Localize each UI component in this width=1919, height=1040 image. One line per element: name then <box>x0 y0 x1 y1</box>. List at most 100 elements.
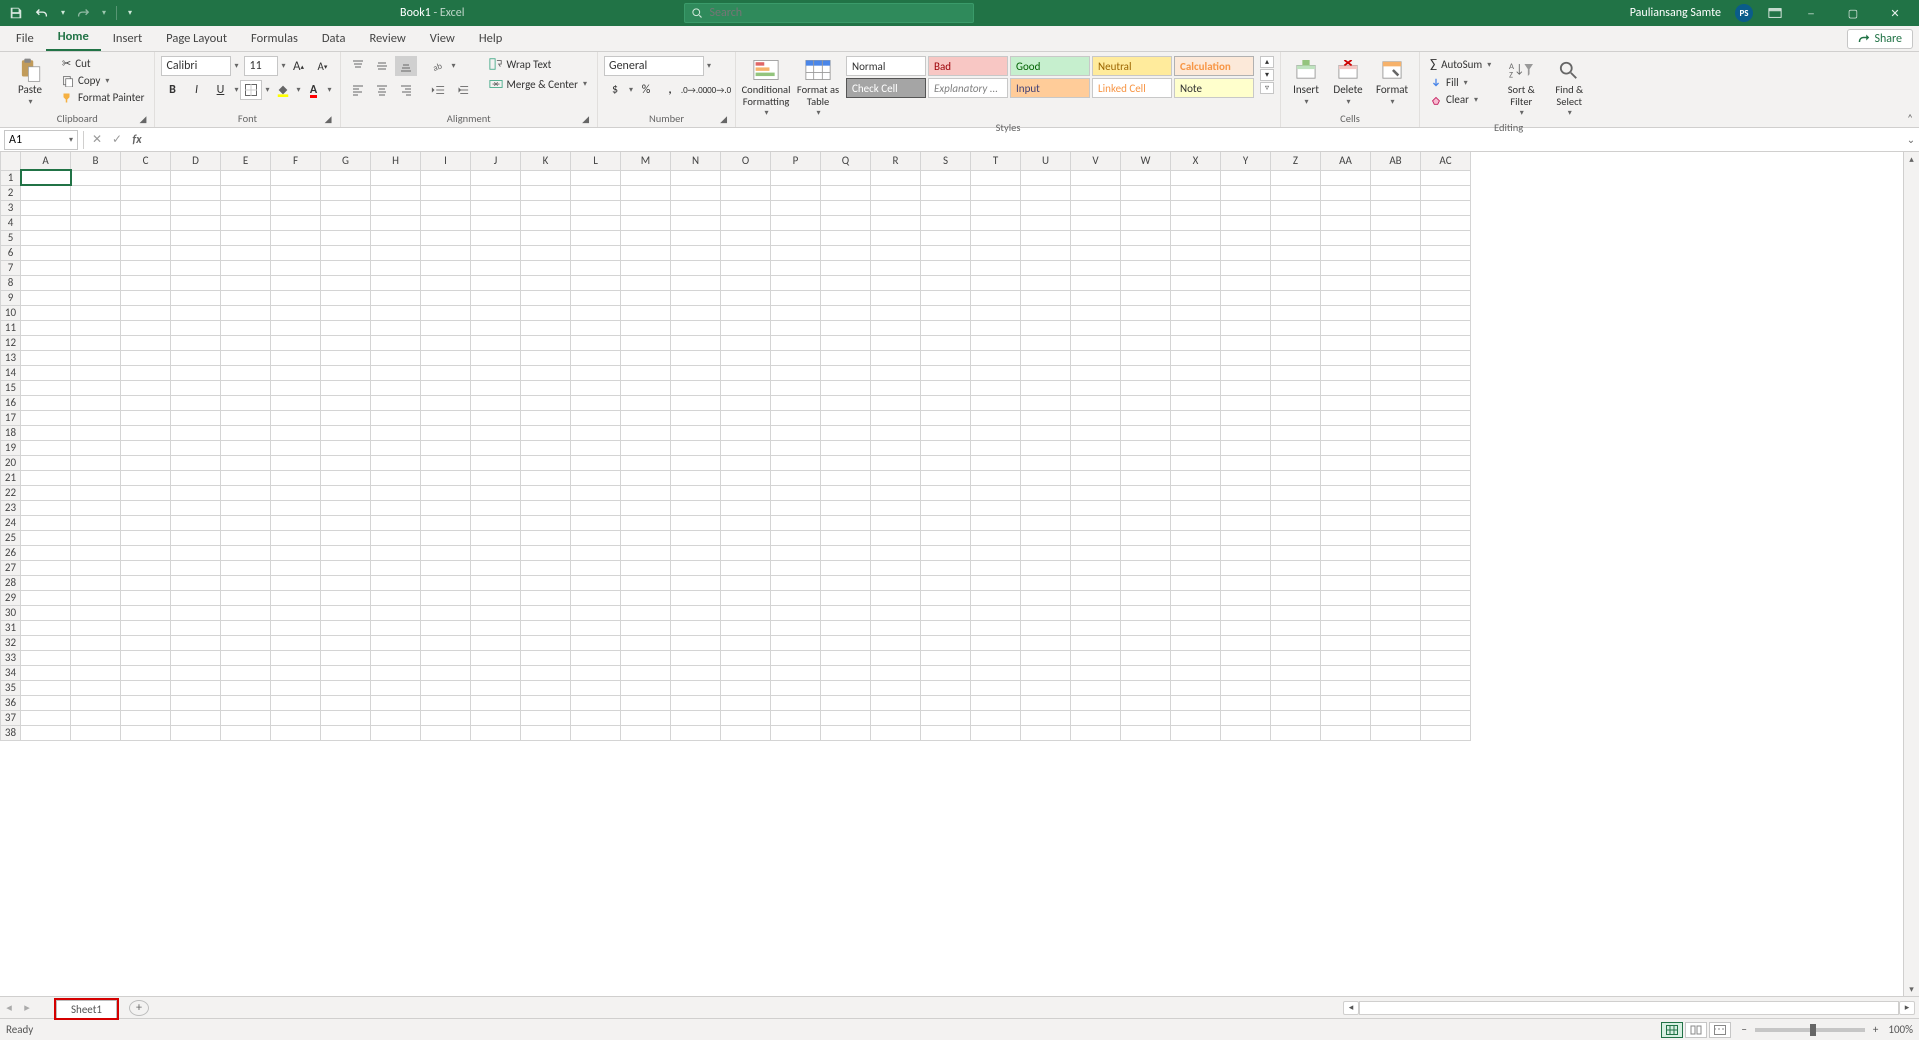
cell[interactable] <box>571 605 621 620</box>
cell[interactable] <box>771 215 821 230</box>
cell[interactable] <box>921 260 971 275</box>
cell[interactable] <box>271 575 321 590</box>
cell[interactable] <box>1221 275 1271 290</box>
cell[interactable] <box>821 590 871 605</box>
cell[interactable] <box>71 335 121 350</box>
cell[interactable] <box>1371 605 1421 620</box>
cell[interactable] <box>1371 680 1421 695</box>
cell[interactable] <box>921 305 971 320</box>
cell[interactable] <box>321 350 371 365</box>
cell[interactable] <box>1121 545 1171 560</box>
cell[interactable] <box>771 290 821 305</box>
cell[interactable] <box>221 485 271 500</box>
cell[interactable] <box>421 305 471 320</box>
cell[interactable] <box>621 515 671 530</box>
cell[interactable] <box>1271 575 1321 590</box>
cell[interactable] <box>121 200 171 215</box>
cell[interactable] <box>1021 245 1071 260</box>
cell[interactable] <box>971 215 1021 230</box>
cell[interactable] <box>1321 185 1371 200</box>
cell[interactable] <box>221 440 271 455</box>
cell[interactable] <box>471 725 521 740</box>
cell[interactable] <box>121 215 171 230</box>
cell[interactable] <box>1371 275 1421 290</box>
column-header[interactable]: H <box>371 152 421 170</box>
cell[interactable] <box>971 470 1021 485</box>
column-header[interactable]: E <box>221 152 271 170</box>
cell[interactable] <box>271 365 321 380</box>
cell[interactable] <box>421 395 471 410</box>
enter-formula-icon[interactable]: ✓ <box>107 132 127 147</box>
cell[interactable] <box>621 575 671 590</box>
cell[interactable] <box>1271 725 1321 740</box>
accounting-format-icon[interactable]: $ <box>604 80 626 100</box>
cell[interactable] <box>1221 470 1271 485</box>
cell[interactable] <box>171 380 221 395</box>
cell[interactable] <box>1021 170 1071 185</box>
cell[interactable] <box>671 530 721 545</box>
cell[interactable] <box>921 395 971 410</box>
conditional-formatting-button[interactable]: Conditional Formatting▾ <box>742 56 790 120</box>
cell[interactable] <box>571 635 621 650</box>
row-header[interactable]: 2 <box>1 185 21 200</box>
cell[interactable] <box>671 635 721 650</box>
cell[interactable] <box>171 680 221 695</box>
cell[interactable] <box>1021 485 1071 500</box>
cell[interactable] <box>821 500 871 515</box>
cell[interactable] <box>1421 200 1471 215</box>
cell[interactable] <box>1171 230 1221 245</box>
cell[interactable] <box>21 575 71 590</box>
scroll-right-icon[interactable]: ▸ <box>1899 1001 1915 1015</box>
cell[interactable] <box>571 515 621 530</box>
row-header[interactable]: 5 <box>1 230 21 245</box>
cell[interactable] <box>121 275 171 290</box>
cell[interactable] <box>321 575 371 590</box>
cell[interactable] <box>1121 350 1171 365</box>
cell[interactable] <box>821 710 871 725</box>
cell[interactable] <box>221 200 271 215</box>
cell[interactable] <box>1021 200 1071 215</box>
cell[interactable] <box>421 410 471 425</box>
cell[interactable] <box>671 560 721 575</box>
select-all-corner[interactable] <box>1 152 21 170</box>
cell[interactable] <box>521 230 571 245</box>
cell[interactable] <box>21 545 71 560</box>
cell[interactable] <box>221 635 271 650</box>
cell[interactable] <box>171 665 221 680</box>
row-header[interactable]: 31 <box>1 620 21 635</box>
cell[interactable] <box>1421 335 1471 350</box>
cell[interactable] <box>571 290 621 305</box>
cell[interactable] <box>721 620 771 635</box>
cell[interactable] <box>921 290 971 305</box>
align-right-icon[interactable] <box>395 80 417 100</box>
cell[interactable] <box>571 215 621 230</box>
cell[interactable] <box>221 590 271 605</box>
cell[interactable] <box>1121 320 1171 335</box>
cell[interactable] <box>1421 620 1471 635</box>
cell[interactable] <box>1071 665 1121 680</box>
cell[interactable] <box>1221 515 1271 530</box>
cell[interactable] <box>171 185 221 200</box>
cell[interactable] <box>271 470 321 485</box>
cell[interactable] <box>621 350 671 365</box>
cell[interactable] <box>221 170 271 185</box>
cell[interactable] <box>1421 170 1471 185</box>
cell[interactable] <box>621 215 671 230</box>
cell[interactable] <box>121 485 171 500</box>
cell[interactable] <box>271 290 321 305</box>
cell[interactable] <box>1271 425 1321 440</box>
cell[interactable] <box>71 425 121 440</box>
cell[interactable] <box>1321 665 1371 680</box>
collapse-ribbon-icon[interactable]: ˄ <box>1907 112 1913 125</box>
column-header[interactable]: I <box>421 152 471 170</box>
cell[interactable] <box>21 530 71 545</box>
cell[interactable] <box>171 425 221 440</box>
cell[interactable] <box>421 440 471 455</box>
cell[interactable] <box>221 605 271 620</box>
cell[interactable] <box>471 455 521 470</box>
cell[interactable] <box>1021 695 1071 710</box>
cell[interactable] <box>471 665 521 680</box>
cell[interactable] <box>871 665 921 680</box>
tab-help[interactable]: Help <box>467 27 514 51</box>
cell[interactable] <box>121 725 171 740</box>
